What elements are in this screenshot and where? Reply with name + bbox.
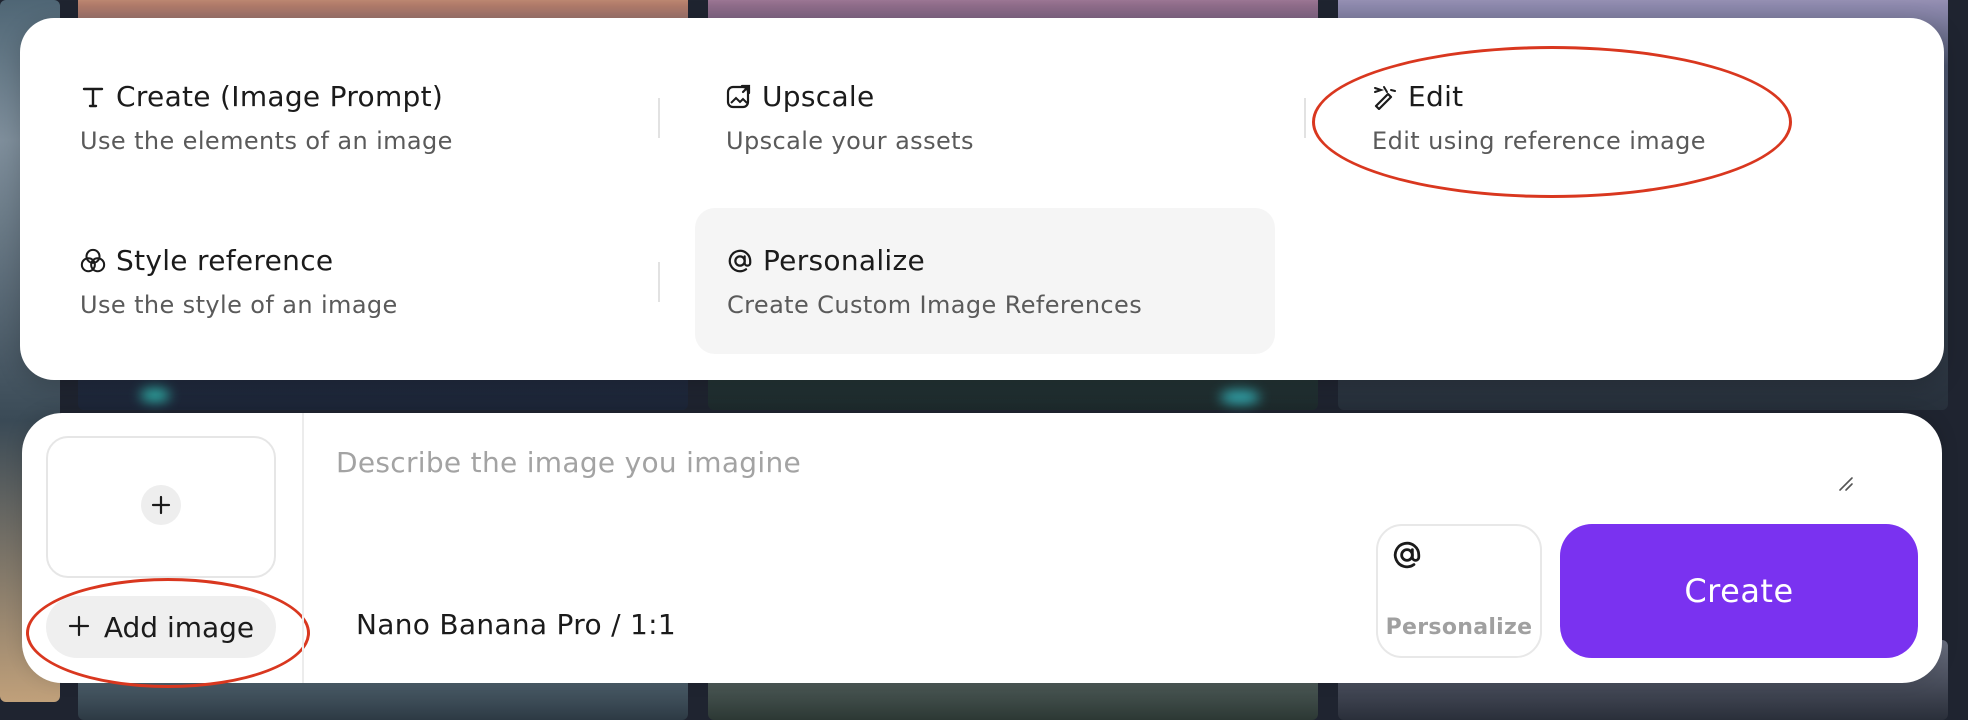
model-selector[interactable]: Nano Banana Pro / 1:1	[356, 608, 676, 641]
at-icon	[727, 248, 753, 274]
style-circles-icon	[80, 248, 106, 274]
menu-option-description: Create Custom Image References	[727, 291, 1143, 319]
menu-option-style-reference[interactable]: Style reference Use the style of an imag…	[80, 244, 398, 319]
menu-option-description: Edit using reference image	[1372, 127, 1706, 155]
menu-option-upscale[interactable]: Upscale Upscale your assets	[726, 80, 974, 155]
menu-separator	[658, 262, 660, 302]
at-icon	[1392, 540, 1422, 574]
menu-option-description: Use the style of an image	[80, 291, 398, 319]
menu-option-title: Upscale	[762, 80, 875, 113]
prompt-bar-divider	[302, 413, 304, 683]
prompt-input[interactable]: Describe the image you imagine	[336, 446, 801, 479]
create-label: Create	[1684, 572, 1794, 610]
upscale-icon	[726, 84, 752, 110]
decorative-glow	[1220, 390, 1260, 404]
menu-option-title: Create (Image Prompt)	[116, 80, 444, 113]
menu-separator	[658, 98, 660, 138]
menu-option-edit[interactable]: Edit Edit using reference image	[1372, 80, 1706, 155]
menu-option-description: Upscale your assets	[726, 127, 974, 155]
text-t-icon	[80, 84, 106, 110]
resize-handle-icon[interactable]	[1836, 474, 1854, 496]
menu-option-title: Personalize	[763, 244, 926, 277]
menu-option-title: Edit	[1408, 80, 1464, 113]
add-image-button[interactable]: Add image	[46, 596, 276, 658]
add-image-label: Add image	[103, 610, 255, 644]
menu-option-create-image-prompt[interactable]: Create (Image Prompt) Use the elements o…	[80, 80, 453, 155]
personalize-button[interactable]: Personalize	[1376, 524, 1542, 658]
menu-option-title: Style reference	[116, 244, 334, 277]
personalize-label: Personalize	[1385, 615, 1533, 640]
menu-option-description: Use the elements of an image	[80, 127, 453, 155]
decorative-glow	[140, 388, 170, 402]
menu-separator	[1304, 98, 1306, 138]
plus-icon	[68, 611, 90, 644]
edit-wand-icon	[1372, 84, 1398, 110]
menu-option-personalize[interactable]: Personalize Create Custom Image Referenc…	[695, 208, 1275, 354]
plus-icon[interactable]	[141, 485, 181, 525]
create-button[interactable]: Create	[1560, 524, 1918, 658]
